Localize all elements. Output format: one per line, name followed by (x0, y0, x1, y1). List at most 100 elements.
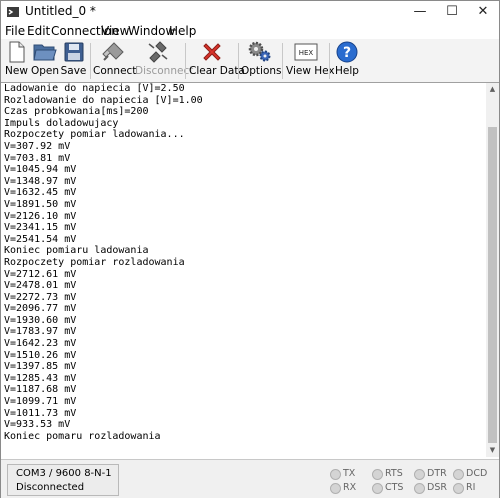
cts-led-icon (372, 483, 383, 494)
close-button[interactable]: ✕ (467, 1, 499, 23)
menu-bar: File Edit Connection View Window Help (1, 23, 499, 39)
terminal-line: V=1045.94 mV (4, 164, 77, 176)
help-icon: ? (336, 41, 358, 63)
toolbar-separator (185, 43, 186, 79)
scroll-down-icon[interactable]: ▼ (486, 444, 499, 457)
rts-label: RTS (385, 468, 403, 479)
toolbar-separator (329, 43, 330, 79)
terminal-line: V=1510.26 mV (4, 349, 77, 361)
app-icon (7, 7, 19, 17)
terminal-line: Rozpoczety pomiar ladowania... (4, 129, 185, 141)
ri-label: RI (466, 482, 476, 493)
rts-led-icon (372, 469, 383, 480)
scroll-up-icon[interactable]: ▲ (486, 83, 499, 96)
terminal-line: V=1099.71 mV (4, 396, 77, 408)
new-button[interactable]: New (4, 39, 29, 82)
terminal-line: Rozladowanie do napiecia [V]=1.00 (4, 94, 203, 106)
help-button[interactable]: ? Help (333, 39, 361, 82)
open-label: Open (31, 65, 60, 77)
save-disk-icon (64, 42, 83, 62)
clear-data-label: Clear Data (189, 65, 245, 77)
title-bar: Untitled_0 * — ☐ ✕ (1, 1, 499, 23)
svg-text:HEX: HEX (299, 49, 314, 57)
save-button[interactable]: Save (60, 39, 87, 82)
terminal-line: Impuls doladowujacy (4, 117, 119, 129)
terminal-line: V=1285.43 mV (4, 372, 77, 384)
options-button[interactable]: Options (241, 39, 282, 82)
view-hex-button[interactable]: HEX View Hex (286, 39, 335, 82)
disconnect-label: Disconnect (135, 65, 194, 77)
connect-button[interactable]: Connect (93, 39, 137, 82)
terminal-line: Czas probkowania[ms]=200 (4, 106, 149, 118)
tx-label: TX (343, 468, 356, 479)
connection-status-panel: COM3 / 9600 8-N-1 Disconnected (7, 464, 119, 496)
port-settings: COM3 / 9600 8-N-1 (16, 468, 112, 479)
save-label: Save (60, 65, 87, 77)
dtr-label: DTR (427, 468, 447, 479)
toolbar-separator (90, 43, 91, 79)
dtr-led-icon (414, 469, 425, 480)
terminal-line: V=2126.10 mV (4, 210, 77, 222)
options-gears-icon (248, 41, 271, 62)
menu-edit[interactable]: Edit (27, 24, 50, 38)
options-label: Options (241, 65, 282, 77)
menu-help[interactable]: Help (169, 24, 196, 38)
new-file-icon (9, 41, 24, 63)
maximize-button[interactable]: ☐ (436, 1, 468, 23)
connect-label: Connect (93, 65, 137, 77)
terminal-line: V=1891.50 mV (4, 198, 77, 210)
scroll-thumb[interactable] (488, 127, 497, 443)
rx-led-icon (330, 483, 341, 494)
terminal-line: V=1187.68 mV (4, 384, 77, 396)
toolbar-separator (238, 43, 239, 79)
terminal-line: V=1397.85 mV (4, 361, 77, 373)
window-title: Untitled_0 * (25, 4, 96, 18)
vertical-scrollbar[interactable]: ▲ ▼ (486, 83, 499, 457)
open-button[interactable]: Open (31, 39, 59, 82)
menu-file[interactable]: File (5, 24, 25, 38)
terminal-line: V=1632.45 mV (4, 187, 77, 199)
new-label: New (5, 65, 28, 77)
disconnect-button[interactable]: Disconnect (135, 39, 194, 82)
terminal-line: V=2541.54 mV (4, 233, 77, 245)
terminal-line: V=703.81 mV (4, 152, 71, 164)
terminal-line: V=307.92 mV (4, 140, 71, 152)
toolbar-separator (282, 43, 283, 79)
terminal-line: Rozpoczety pomiar rozladowania (4, 256, 185, 268)
menu-view[interactable]: View (101, 24, 129, 38)
terminal-line: V=1642.23 mV (4, 338, 77, 350)
clear-data-button[interactable]: Clear Data (189, 39, 245, 82)
view-hex-icon: HEX (294, 43, 318, 61)
terminal-line: V=2478.01 mV (4, 280, 77, 292)
terminal-line: V=2712.61 mV (4, 268, 77, 280)
minimize-button[interactable]: — (404, 1, 436, 23)
rx-label: RX (343, 482, 357, 493)
toolbar: New Open Save Connect Disconnect Clear D… (1, 39, 499, 83)
dsr-label: DSR (427, 482, 447, 493)
dcd-led-icon (453, 469, 464, 480)
terminal-line: Koniec pomiaru ladowania (4, 245, 149, 257)
help-label: Help (335, 65, 359, 77)
clear-data-icon (203, 43, 221, 61)
terminal-line: V=2096.77 mV (4, 303, 77, 315)
dcd-label: DCD (466, 468, 488, 479)
terminal-line: V=2341.15 mV (4, 222, 77, 234)
terminal-output[interactable]: Ladowanie do napiecia [V]=2.50 Rozladowan… (1, 83, 486, 457)
terminal-line: V=2272.73 mV (4, 291, 77, 303)
svg-text:?: ? (343, 45, 351, 61)
cts-label: CTS (385, 482, 404, 493)
terminal-line: Koniec pomaru rozladowania (4, 430, 161, 442)
ri-led-icon (453, 483, 464, 494)
connection-state: Disconnected (16, 482, 85, 493)
terminal-line: V=933.53 mV (4, 419, 71, 431)
view-hex-label: View Hex (286, 65, 335, 77)
terminal-line: V=1930.60 mV (4, 314, 77, 326)
terminal-line: V=1348.97 mV (4, 175, 77, 187)
app-window: Untitled_0 * — ☐ ✕ File Edit Connection … (0, 0, 500, 498)
tx-led-icon (330, 469, 341, 480)
open-folder-icon (33, 44, 57, 61)
disconnect-plug-icon (148, 41, 168, 63)
terminal-line: V=1783.97 mV (4, 326, 77, 338)
terminal-line: V=1011.73 mV (4, 407, 77, 419)
connect-plug-icon (102, 42, 124, 61)
